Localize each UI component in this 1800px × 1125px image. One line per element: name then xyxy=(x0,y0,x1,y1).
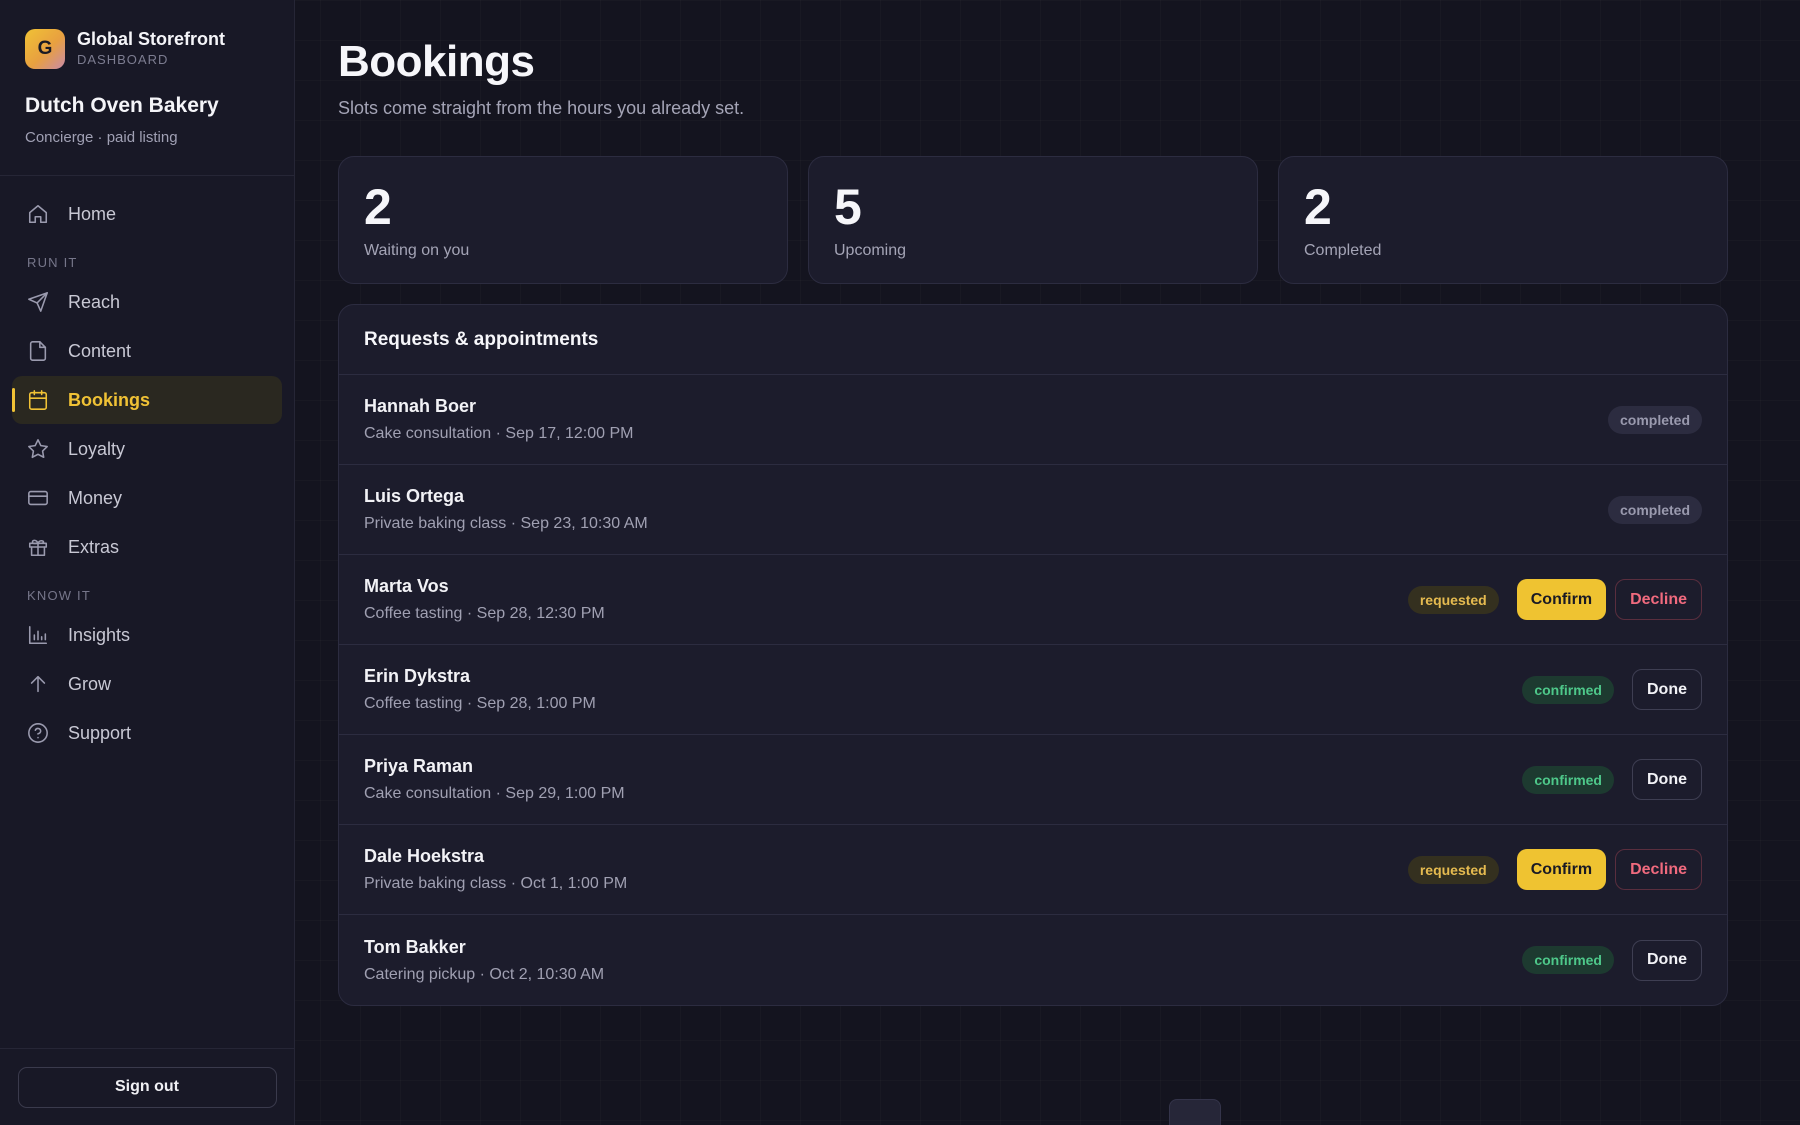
stat-card-waiting: 2 Waiting on you xyxy=(338,156,788,284)
stat-label: Waiting on you xyxy=(364,242,470,259)
floating-handle[interactable] xyxy=(1169,1099,1221,1125)
booking-detail: Private baking class · Sep 23, 10:30 AM xyxy=(364,515,648,532)
booking-detail: Private baking class · Oct 1, 1:00 PM xyxy=(364,875,628,892)
main-content: Bookings Slots come straight from the ho… xyxy=(295,0,1800,1125)
page-title: Bookings xyxy=(338,37,535,86)
sidebar-item-grow[interactable]: Grow xyxy=(12,660,282,708)
sidebar-item-content[interactable]: Content xyxy=(12,327,282,375)
sidebar-item-support[interactable]: Support xyxy=(12,709,282,757)
stat-card-upcoming: 5 Upcoming xyxy=(808,156,1258,284)
brand-name: Global Storefront xyxy=(77,29,225,49)
sidebar-item-extras[interactable]: Extras xyxy=(12,523,282,571)
status-badge: confirmed xyxy=(1522,675,1614,704)
sidebar-item-label: Insights xyxy=(68,624,131,645)
booking-detail: Cake consultation · Sep 29, 1:00 PM xyxy=(364,785,625,802)
stats-row: 2 Waiting on you 5 Upcoming 2 Completed xyxy=(338,156,1728,284)
stat-value: 2 xyxy=(364,179,392,235)
sidebar: G Global Storefront DASHBOARD Dutch Oven… xyxy=(0,0,295,1125)
stat-label: Completed xyxy=(1304,242,1382,259)
booking-detail: Cake consultation · Sep 17, 12:00 PM xyxy=(364,425,634,442)
booking-row: Dale Hoekstra Private baking class · Oct… xyxy=(339,825,1727,915)
calendar-icon xyxy=(27,389,49,411)
sidebar-item-label: Loyalty xyxy=(68,438,126,459)
sidebar-item-bookings[interactable]: Bookings xyxy=(12,376,282,424)
sidebar-item-money[interactable]: Money xyxy=(12,474,282,522)
business-plan: Concierge · paid listing xyxy=(25,129,178,146)
booking-row: Luis Ortega Private baking class · Sep 2… xyxy=(339,465,1727,555)
sidebar-item-label: Content xyxy=(68,340,132,361)
status-badge: confirmed xyxy=(1522,946,1614,974)
customer-name: Hannah Boer xyxy=(364,396,477,416)
stat-value: 2 xyxy=(1304,179,1332,235)
decline-button[interactable]: Decline xyxy=(1615,579,1702,620)
decline-button[interactable]: Decline xyxy=(1615,849,1702,890)
sidebar-item-label: Grow xyxy=(68,673,112,694)
credit-card-icon xyxy=(27,487,49,509)
nav-section-know-it: KNOW IT xyxy=(27,588,92,603)
sidebar-item-label: Home xyxy=(68,203,117,224)
booking-row: Erin Dykstra Coffee tasting · Sep 28, 1:… xyxy=(339,645,1727,735)
sidebar-item-loyalty[interactable]: Loyalty xyxy=(12,425,282,473)
sidebar-item-insights[interactable]: Insights xyxy=(12,611,282,659)
booking-row: Priya Raman Cake consultation · Sep 29, … xyxy=(339,735,1727,825)
booking-row: Hannah Boer Cake consultation · Sep 17, … xyxy=(339,375,1727,465)
home-icon xyxy=(27,203,49,225)
panel-title: Requests & appointments xyxy=(339,305,1727,375)
status-badge: completed xyxy=(1607,405,1702,434)
customer-name: Marta Vos xyxy=(364,576,449,596)
stat-card-completed: 2 Completed xyxy=(1278,156,1728,284)
bookings-panel: Requests & appointments Hannah Boer Cake… xyxy=(338,304,1728,1006)
brand-subtitle: DASHBOARD xyxy=(77,52,169,67)
sidebar-item-label: Bookings xyxy=(68,389,151,410)
status-badge: requested xyxy=(1407,855,1499,884)
help-circle-icon xyxy=(27,722,49,744)
customer-name: Erin Dykstra xyxy=(364,666,471,686)
status-badge: completed xyxy=(1607,495,1702,524)
gift-icon xyxy=(27,536,49,558)
customer-name: Dale Hoekstra xyxy=(364,846,485,866)
confirm-button[interactable]: Confirm xyxy=(1516,849,1607,890)
status-badge: confirmed xyxy=(1522,765,1614,794)
done-button[interactable]: Done xyxy=(1632,759,1702,800)
sidebar-item-label: Money xyxy=(68,487,123,508)
nav-section-run-it: RUN IT xyxy=(27,255,78,270)
sidebar-nav: Home RUN IT Reach Content Bookings Loyal… xyxy=(0,176,294,757)
sidebar-item-label: Support xyxy=(68,722,132,743)
confirm-button[interactable]: Confirm xyxy=(1516,579,1607,620)
customer-name: Priya Raman xyxy=(364,756,474,776)
customer-name: Luis Ortega xyxy=(364,486,465,506)
booking-detail: Coffee tasting · Sep 28, 1:00 PM xyxy=(364,695,596,712)
business-name: Dutch Oven Bakery xyxy=(25,94,219,117)
sidebar-footer: Sign out xyxy=(0,1048,294,1125)
booking-row: Tom Bakker Catering pickup · Oct 2, 10:3… xyxy=(339,915,1727,1005)
booking-row: Marta Vos Coffee tasting · Sep 28, 12:30… xyxy=(339,555,1727,645)
sidebar-item-label: Reach xyxy=(68,291,121,312)
sidebar-item-label: Extras xyxy=(68,536,120,557)
brand-logo: G xyxy=(25,29,65,69)
booking-detail: Coffee tasting · Sep 28, 12:30 PM xyxy=(364,605,605,622)
business-info: Dutch Oven Bakery Concierge · paid listi… xyxy=(0,69,294,148)
customer-name: Tom Bakker xyxy=(364,936,466,957)
booking-detail: Catering pickup · Oct 2, 10:30 AM xyxy=(364,965,605,983)
star-icon xyxy=(27,438,49,460)
file-icon xyxy=(27,340,49,362)
sidebar-item-home[interactable]: Home xyxy=(12,190,282,238)
done-button[interactable]: Done xyxy=(1632,669,1702,710)
page-subtitle: Slots come straight from the hours you a… xyxy=(338,98,745,118)
done-button[interactable]: Done xyxy=(1632,939,1702,981)
arrow-up-icon xyxy=(27,673,49,695)
sidebar-item-reach[interactable]: Reach xyxy=(12,278,282,326)
stat-label: Upcoming xyxy=(834,242,907,259)
bar-chart-icon xyxy=(27,624,49,646)
sign-out-button[interactable]: Sign out xyxy=(17,1066,277,1108)
brand[interactable]: G Global Storefront DASHBOARD xyxy=(0,0,294,69)
status-badge: requested xyxy=(1407,585,1499,614)
stat-value: 5 xyxy=(834,179,862,235)
send-icon xyxy=(27,291,49,313)
